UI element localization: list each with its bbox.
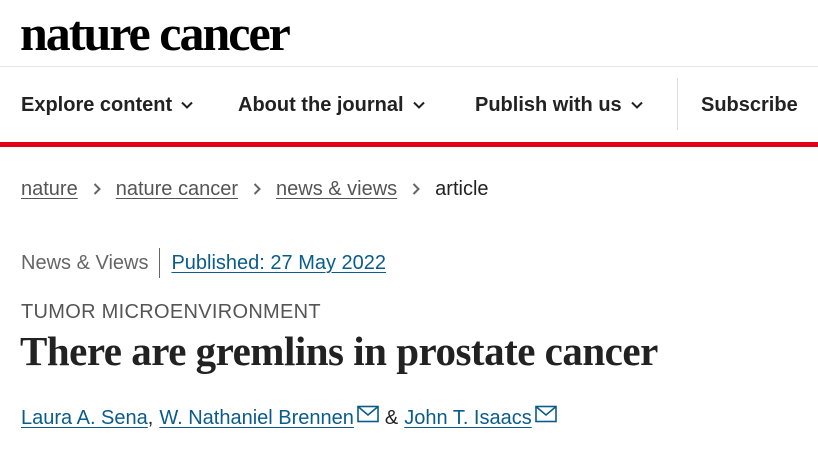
article-type: News & Views [21,251,149,274]
breadcrumb-current: article [435,177,489,200]
breadcrumb-news-views[interactable]: news & views [276,178,397,201]
page: nature cancer Explore content About the … [0,0,818,452]
journal-logo[interactable]: nature cancer [20,4,291,62]
nav-publish-with-us[interactable]: Publish with us [475,78,644,132]
nav-publish-with-us-label: Publish with us [475,93,622,116]
chevron-right-icon [252,182,262,196]
nav-explore-content-label: Explore content [21,93,173,116]
author-separator: , [147,406,154,429]
main-nav: Explore content About the journal Publis… [0,78,818,132]
breadcrumb-nature-cancer[interactable]: nature cancer [116,178,238,201]
accent-bar [0,142,818,147]
nav-explore-content[interactable]: Explore content [21,78,194,132]
author-laura-sena[interactable]: Laura A. Sena [21,407,148,430]
chevron-right-icon [92,182,102,196]
author-john-isaacs[interactable]: John T. Isaacs [404,407,531,430]
breadcrumb-nature[interactable]: nature [21,178,78,201]
nav-divider [677,78,678,130]
chevron-down-icon [412,98,426,112]
subscribe-button[interactable]: Subscribe [701,78,798,132]
chevron-down-icon [630,98,644,112]
published-date-link[interactable]: Published: 27 May 2022 [171,252,386,275]
mail-icon[interactable] [534,405,557,423]
header-divider [0,66,818,67]
mail-icon[interactable] [357,405,379,423]
author-nathaniel-brennen[interactable]: W. Nathaniel Brennen [159,407,354,430]
author-list: Laura A. Sena , W. Nathaniel Brennen & J… [21,402,557,434]
nav-about-journal[interactable]: About the journal [238,78,426,132]
nav-about-journal-label: About the journal [238,93,404,116]
meta-divider [159,248,161,278]
chevron-down-icon [180,98,194,112]
article-subject[interactable]: TUMOR MICROENVIRONMENT [21,298,321,326]
subscribe-label: Subscribe [701,93,798,116]
author-ampersand: & [384,406,399,429]
article-title: There are gremlins in prostate cancer [20,328,658,374]
chevron-right-icon [411,182,421,196]
article-meta: News & Views Published: 27 May 2022 [21,246,386,280]
breadcrumb: nature nature cancer news & views articl… [21,172,489,206]
